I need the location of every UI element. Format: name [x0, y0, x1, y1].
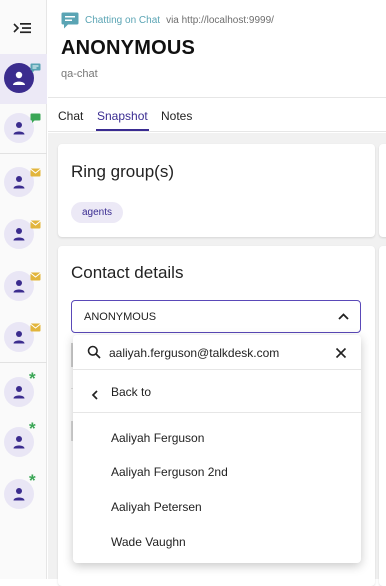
chat-bubble-icon — [30, 60, 41, 78]
asterisk-icon: * — [29, 369, 36, 388]
rail-conversation-4[interactable] — [0, 210, 47, 260]
envelope-icon — [30, 268, 41, 286]
envelope-icon — [30, 164, 41, 182]
rail-conversation-5[interactable] — [0, 262, 47, 312]
chevron-up-icon[interactable] — [337, 310, 350, 328]
asterisk-icon: * — [29, 419, 36, 438]
option-label: Aaliyah Ferguson 2nd — [111, 465, 228, 479]
dropdown-option[interactable]: Aaliyah Ferguson 2nd — [73, 455, 361, 489]
green-flag-icon — [30, 110, 41, 128]
rail-conversation-3[interactable] — [0, 158, 47, 208]
rail-conversation-8[interactable]: * — [0, 418, 47, 468]
envelope-icon — [30, 319, 41, 337]
dropdown-option[interactable]: Aaliyah Petersen — [73, 490, 361, 524]
tab-bar: Chat Snapshot Notes — [48, 99, 386, 132]
rail-conversation-1[interactable] — [0, 54, 47, 104]
ring-group-card: Ring group(s) agents — [58, 144, 375, 237]
back-label: Back to — [111, 385, 152, 399]
user-icon — [13, 71, 25, 85]
back-button[interactable]: Back to — [73, 371, 361, 413]
option-label: Aaliyah Ferguson — [111, 431, 205, 445]
tab-snapshot[interactable]: Snapshot — [97, 109, 148, 123]
clear-search-icon[interactable] — [335, 346, 347, 364]
rail-conversation-2[interactable] — [0, 104, 47, 154]
contact-name: ANONYMOUS — [61, 37, 196, 59]
option-label: Aaliyah Petersen — [111, 500, 202, 514]
user-icon — [13, 436, 25, 449]
user-icon — [13, 280, 25, 293]
user-icon — [13, 122, 25, 135]
conversation-header: Chatting on Chat via http://localhost:99… — [48, 0, 386, 98]
rail-conversation-9[interactable]: * — [0, 470, 47, 520]
collapse-menu-icon[interactable] — [11, 19, 33, 37]
channel-label: Chatting on Chat — [85, 15, 161, 26]
side-card-edge — [379, 144, 386, 237]
ring-group-chip: agents — [71, 202, 124, 223]
user-icon — [13, 228, 25, 241]
chat-channel-icon — [61, 12, 79, 29]
contact-dropdown: Back to Aaliyah Ferguson Aaliyah Ferguso… — [73, 335, 361, 563]
channel-origin: via http://localhost:9999/ — [166, 15, 274, 26]
user-icon — [13, 331, 25, 344]
search-icon — [87, 345, 101, 364]
side-card-edge — [379, 246, 386, 586]
dropdown-option[interactable]: Wade Vaughn — [73, 525, 361, 559]
tab-chat[interactable]: Chat — [58, 109, 83, 123]
ring-group-title: Ring group(s) — [71, 162, 174, 181]
contact-select[interactable]: ANONYMOUS — [71, 300, 361, 333]
dropdown-option[interactable]: Aaliyah Ferguson — [73, 421, 361, 455]
dropdown-search — [73, 335, 361, 370]
user-icon — [13, 488, 25, 501]
rail-conversation-6[interactable] — [0, 313, 47, 363]
option-label: Wade Vaughn — [111, 535, 186, 549]
asterisk-icon: * — [29, 471, 36, 490]
user-icon — [13, 386, 25, 399]
search-input[interactable] — [109, 344, 319, 362]
chevron-left-icon — [91, 387, 99, 405]
active-tab-indicator — [96, 129, 149, 131]
user-icon — [13, 176, 25, 189]
envelope-icon — [30, 216, 41, 234]
rail-conversation-7[interactable]: * — [0, 368, 47, 418]
queue-label: qa-chat — [61, 68, 98, 80]
contact-details-title: Contact details — [71, 263, 184, 282]
contact-select-value: ANONYMOUS — [84, 311, 157, 323]
channel-line: Chatting on Chat via http://localhost:99… — [61, 12, 274, 29]
tab-notes[interactable]: Notes — [161, 109, 192, 123]
conversation-rail: * * * — [0, 0, 47, 579]
